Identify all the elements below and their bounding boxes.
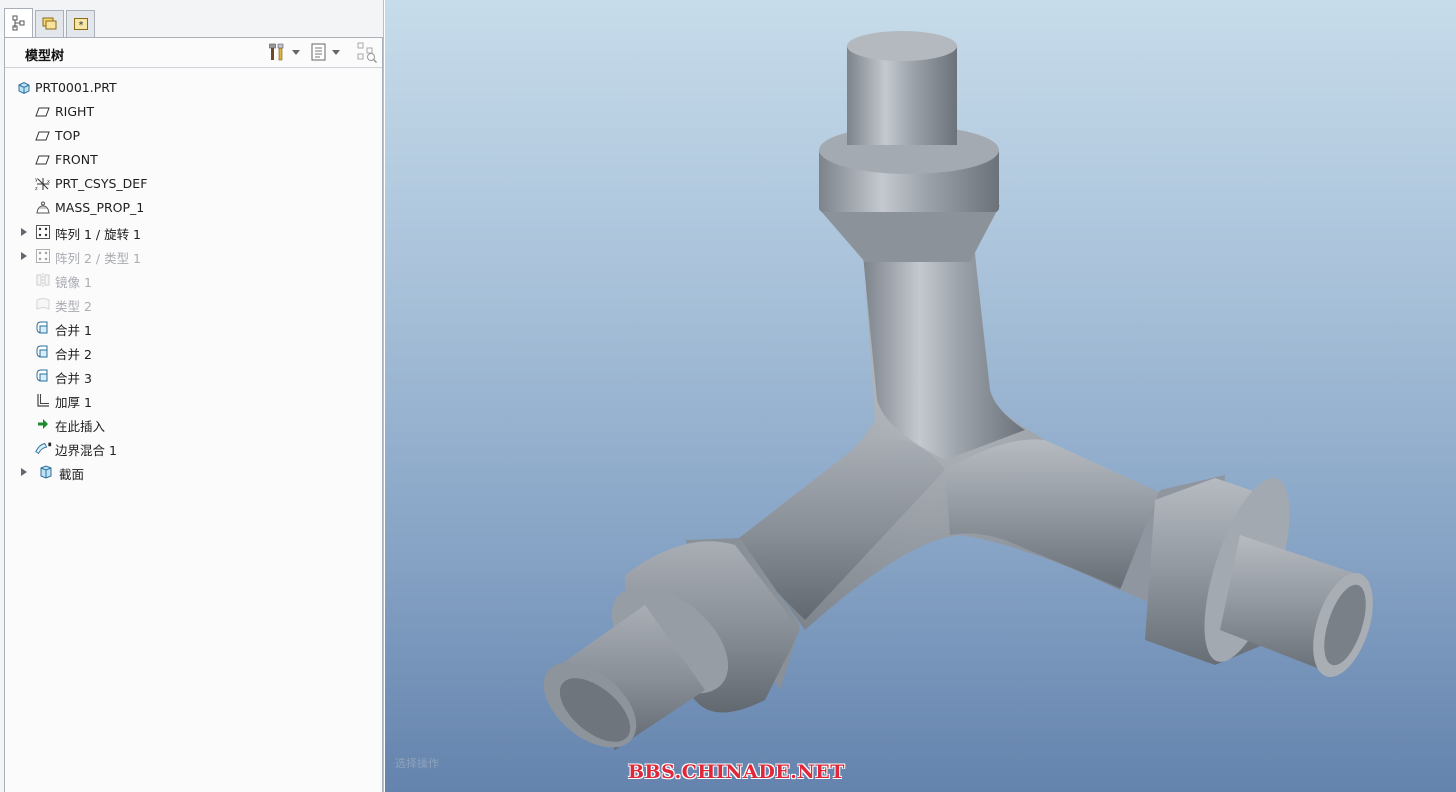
tab-folder-browser[interactable] — [35, 10, 64, 37]
tree-item[interactable]: 边界混合 1 — [5, 436, 382, 460]
tree-item[interactable]: MASS_PROP_1 — [5, 196, 382, 220]
datum-plane-icon — [34, 103, 52, 121]
tree-item[interactable]: PRT0001.PRT — [5, 76, 382, 100]
tree-item-label: PRT0001.PRT — [35, 80, 117, 95]
svg-text:*: * — [78, 20, 83, 31]
tree-item[interactable]: 合并 2 — [5, 340, 382, 364]
mass-property-icon — [34, 199, 52, 217]
tree-item[interactable]: 合并 3 — [5, 364, 382, 388]
show-list-icon — [311, 43, 326, 61]
datum-plane-icon — [34, 151, 52, 169]
tree-item[interactable]: y x z PRT_CSYS_DEF — [5, 172, 382, 196]
show-list-button[interactable] — [310, 42, 340, 62]
tree-item[interactable]: 在此插入 — [5, 412, 382, 436]
tree-item-label: 合并 1 — [55, 323, 92, 338]
navigator-panel: * 模型树 PRT0001.PRT RIGHT TOP FRONT y x z … — [0, 0, 384, 792]
watermark: BBS.CHINADE.NET — [628, 761, 845, 783]
tree-item-label: 阵列 2 / 类型 1 — [55, 251, 142, 266]
section-icon — [37, 463, 55, 481]
tree-item-label: FRONT — [55, 152, 98, 167]
creo-window: * 模型树 PRT0001.PRT RIGHT TOP FRONT y x z … — [0, 0, 1456, 792]
tree-item-label: 合并 2 — [55, 347, 92, 362]
settings-tools-button[interactable] — [268, 42, 300, 62]
tree-item[interactable]: 加厚 1 — [5, 388, 382, 412]
tree-item-label: PRT_CSYS_DEF — [55, 176, 148, 191]
merge-icon — [34, 319, 52, 337]
tree-filter-button[interactable] — [356, 42, 378, 63]
chevron-down-icon — [332, 49, 340, 55]
tree-item-label: 加厚 1 — [55, 395, 92, 410]
tree-item-label: RIGHT — [55, 104, 95, 119]
expand-arrow-icon[interactable] — [21, 228, 27, 236]
status-hint: 选择操作 — [395, 757, 439, 770]
coordinate-system-icon: y x z — [34, 175, 52, 193]
svg-text:x: x — [47, 179, 50, 185]
folder-browser-icon — [42, 17, 56, 30]
tree-item-label: 类型 2 — [55, 299, 92, 314]
tree-item-label: 边界混合 1 — [55, 443, 117, 458]
tree-item[interactable]: 合并 1 — [5, 316, 382, 340]
tree-item[interactable]: 类型 2 — [5, 292, 382, 316]
datum-plane-icon — [34, 127, 52, 145]
favorites-icon: * — [73, 18, 88, 31]
panel-title: 模型树 — [25, 49, 65, 64]
y-pipe-3d-model[interactable] — [385, 0, 1456, 792]
insert-here-arrow-icon — [34, 415, 52, 433]
tab-favorites[interactable]: * — [66, 10, 95, 37]
tree-item[interactable]: TOP — [5, 124, 382, 148]
model-tree: PRT0001.PRT RIGHT TOP FRONT y x z PRT_CSYS_DEF M… — [5, 76, 382, 484]
tree-item-label: TOP — [55, 128, 81, 143]
tree-item[interactable]: 截面 — [5, 460, 382, 484]
part-icon — [15, 79, 33, 97]
boundary-blend-icon — [34, 439, 52, 457]
pattern-icon — [34, 247, 52, 265]
mirror-icon — [34, 271, 52, 289]
tree-item[interactable]: 阵列 2 / 类型 1 — [5, 244, 382, 268]
tree-item-label: MASS_PROP_1 — [55, 200, 145, 215]
tree-filter-icon — [357, 42, 378, 63]
settings-tools-icon — [269, 43, 284, 61]
tab-model-tree[interactable] — [4, 8, 33, 37]
expand-arrow-icon[interactable] — [21, 468, 27, 476]
tree-item[interactable]: FRONT — [5, 148, 382, 172]
svg-text:z: z — [35, 186, 38, 192]
tree-item-label: 在此插入 — [55, 419, 106, 434]
merge-icon — [34, 343, 52, 361]
svg-text:y: y — [35, 177, 38, 183]
tree-item-label: 阵列 1 / 旋转 1 — [55, 227, 142, 242]
tree-item[interactable]: 镜像 1 — [5, 268, 382, 292]
merge-icon — [34, 367, 52, 385]
surface-type-icon — [34, 295, 52, 313]
tree-item[interactable]: RIGHT — [5, 100, 382, 124]
tree-item-label: 合并 3 — [55, 371, 92, 386]
pattern-icon — [34, 223, 52, 241]
tree-item-label: 截面 — [59, 467, 85, 482]
graphics-window[interactable]: 选择操作 BBS.CHINADE.NET — [385, 0, 1456, 792]
model-tree-header: 模型树 — [5, 38, 382, 68]
model-tree-icon — [12, 15, 24, 31]
chevron-down-icon — [292, 49, 300, 55]
tree-item-label: 镜像 1 — [55, 275, 92, 290]
expand-arrow-icon[interactable] — [21, 252, 27, 260]
thicken-icon — [34, 391, 52, 409]
model-tree-frame: 模型树 PRT0001.PRT RIGHT TOP FRONT y x z PR… — [4, 37, 383, 792]
tree-item[interactable]: 阵列 1 / 旋转 1 — [5, 220, 382, 244]
navigator-tabs: * — [4, 8, 97, 37]
